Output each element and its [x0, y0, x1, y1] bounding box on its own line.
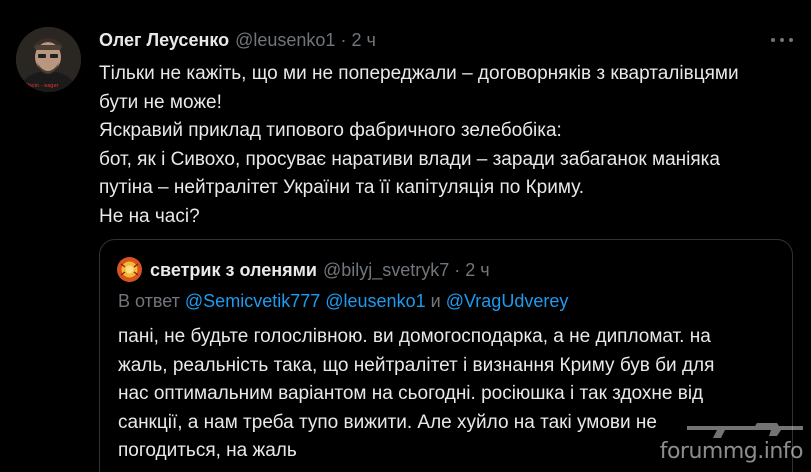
tweet-text: Тільки не кажіть, що ми не попереджали –…	[99, 60, 799, 231]
tweet-text-line: Не на часі?	[99, 205, 200, 227]
more-dot-icon	[789, 38, 793, 42]
more-options-button[interactable]	[771, 30, 793, 50]
reply-prefix: В ответ	[118, 291, 180, 311]
quoted-author-name[interactable]: светрик з оленями	[150, 260, 317, 281]
quoted-text-line: погодиться, на жаль	[118, 440, 297, 461]
mention-joiner: и	[430, 291, 441, 311]
quoted-avatar-image	[117, 257, 142, 282]
tweet-text-line: бот, як і Сивохо, просуває наративи влад…	[99, 148, 720, 170]
tweet-card[interactable]: Pacin - eager Олег Леусенко @leusenko1 ·…	[0, 0, 811, 472]
tweet-timestamp[interactable]: 2 ч	[351, 30, 375, 51]
header-separator: ·	[340, 29, 347, 50]
quoted-header: светрик з оленями @bilyj_svetryk7 · 2 ч	[150, 258, 490, 282]
mention-link[interactable]: @Semicvetik777	[185, 291, 320, 311]
quoted-timestamp[interactable]: 2 ч	[465, 260, 489, 281]
avatar-caption: Pacin - eager	[26, 83, 60, 89]
mention-link[interactable]: @leusenko1	[325, 291, 425, 311]
tweet-text-line: Яскравий приклад типового фабричного зел…	[99, 120, 562, 141]
author-handle[interactable]: @leusenko1	[235, 30, 335, 51]
quoted-author-handle[interactable]: @bilyj_svetryk7	[323, 260, 449, 281]
tweet-text-line: бути не може!	[99, 91, 222, 113]
quoted-tweet[interactable]: светрик з оленями @bilyj_svetryk7 · 2 ч …	[99, 239, 793, 472]
quoted-text: пані, не будьте голослівною. ви домогосп…	[118, 323, 778, 466]
reply-context: В ответ @Semicvetik777 @leusenko1 и @Vra…	[118, 291, 568, 312]
more-dot-icon	[780, 38, 784, 42]
tweet-text-line: Тільки не кажіть, що ми не попереджали –…	[99, 63, 739, 84]
quoted-text-line: пані, не будьте голослівною. ви домогосп…	[118, 326, 711, 347]
quoted-text-line: нас оптимальним варіантом на сьогодні. р…	[118, 383, 704, 404]
more-dot-icon	[771, 38, 775, 42]
quoted-text-line: санкції, а нам треба тупо вижити. Але ху…	[118, 411, 657, 433]
quoted-separator: ·	[454, 259, 461, 280]
mention-link[interactable]: @VragUdverey	[446, 291, 569, 311]
author-avatar-image: Pacin - eager	[16, 27, 81, 92]
quoted-author-avatar[interactable]	[117, 257, 142, 282]
quoted-text-line: жаль, реальність така, що нейтралітет і …	[118, 354, 715, 376]
author-name[interactable]: Олег Леусенко	[99, 30, 229, 51]
tweet-text-line: путіна – нейтралітет України та її капіт…	[99, 177, 585, 198]
tweet-header: Олег Леусенко @leusenko1 · 2 ч	[99, 27, 376, 53]
author-avatar[interactable]: Pacin - eager	[16, 27, 81, 92]
